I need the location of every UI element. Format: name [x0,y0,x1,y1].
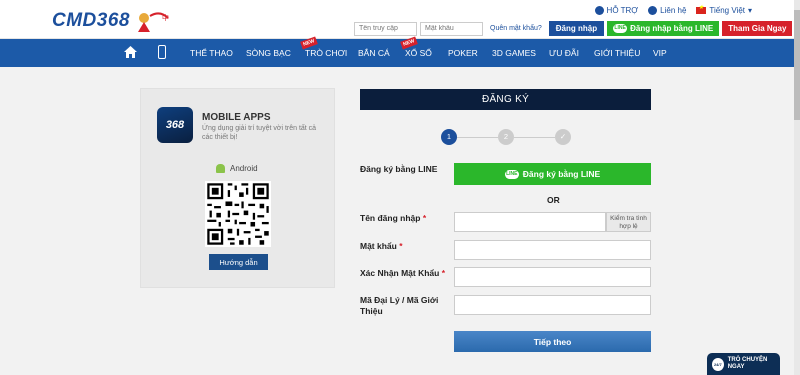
confirm-password-label: Xác Nhận Mật Khẩu * [360,268,445,278]
required-mark: * [441,268,446,278]
contact-link[interactable]: Liên hệ [648,6,686,15]
vietnam-flag-icon [696,4,707,14]
line-logo-icon: LINE [613,24,628,33]
qr-code [205,181,271,247]
top-links: HỖ TRỢ Liên hệ Tiếng Việt ▾ [594,4,752,15]
chat-bubble-icon [594,6,604,15]
confirm-password-input[interactable] [454,267,651,287]
nav-item-about[interactable]: Giới thiệu [594,48,640,58]
main-nav: Thể thao Sòng bạc NEW Trò chơi Bắn cá NE… [0,36,800,67]
login-form: Quên mật khẩu? Đăng nhập LINE Đăng nhập … [354,21,793,36]
mobile-icon[interactable] [158,45,166,59]
step-connector [457,137,498,138]
nav-item-games[interactable]: NEW Trò chơi [300,36,348,58]
support-label: HỖ TRỢ [606,6,639,15]
nav-item-sports[interactable]: Thể thao [190,48,233,58]
logo[interactable]: CMD368 中 [52,8,178,34]
agent-code-input[interactable] [454,295,651,315]
or-divider: OR [547,195,560,205]
nav-item-lottery-label: Xổ số [405,48,432,58]
mobile-apps-card: 368 MOBILE APPS Ứng dụng giải trí tuyệt … [140,88,335,288]
nav-item-poker[interactable]: Poker [448,48,478,58]
phone-icon [648,6,658,15]
step-3-checkmark-icon: ✓ [555,129,571,145]
mascot-icon: 中 [137,12,169,32]
home-icon[interactable] [124,46,137,58]
line-logo-icon: LINE [504,169,519,179]
line-register-label: Đăng ký bằng LINE [360,164,438,174]
android-label: Android [230,164,258,173]
line-login-button[interactable]: LINE Đăng nhập bằng LINE [607,21,720,36]
apps-title: MOBILE APPS [202,112,271,123]
password-input[interactable] [420,21,483,36]
language-label: Tiếng Việt [709,6,745,15]
contact-label: Liên hệ [660,6,687,15]
nav-item-3d-games[interactable]: 3D Games [492,48,536,58]
confirm-password-label-text: Xác Nhận Mật Khẩu [360,268,440,278]
password-label-text: Mật khẩu [360,241,397,251]
language-selector[interactable]: Tiếng Việt ▾ [696,4,752,15]
login-button[interactable]: Đăng nhập [548,21,605,36]
live-chat-label: TRÒ CHUYỆN NGAY [727,357,768,370]
line-register-button[interactable]: LINE Đăng ký bằng LINE [454,163,651,185]
next-button[interactable]: Tiếp theo [454,331,651,352]
username-label: Tên đăng nhập * [360,213,426,223]
support-24-7-icon: 24/7 [712,357,724,371]
line-login-label: Đăng nhập bằng LINE [630,24,714,33]
app-icon: 368 [157,107,193,143]
register-username-input[interactable] [454,212,606,232]
nav-item-casino[interactable]: Sòng bạc [246,48,291,58]
support-link[interactable]: HỖ TRỢ [594,6,639,15]
register-password-input[interactable] [454,240,651,260]
header: CMD368 中 HỖ TRỢ Liên hệ Tiếng Việt ▾ Quê… [0,0,800,39]
forgot-password-link[interactable]: Quên mật khẩu? [490,25,542,32]
line-register-button-label: Đăng ký bằng LINE [522,169,601,179]
scrollbar-thumb[interactable] [794,10,800,120]
apps-description: Ứng dụng giải trí tuyệt vời trên tất cả … [202,125,317,141]
step-2-indicator: 2 [498,129,514,145]
step-1-indicator: 1 [441,129,457,145]
scrollbar[interactable] [794,0,800,375]
nav-item-fishing[interactable]: Bắn cá [358,48,390,58]
required-mark: * [422,213,427,223]
agent-code-label: Mã Đại Lý / Mã Giới Thiệu [360,295,439,316]
nav-item-vip[interactable]: VIP [653,48,667,58]
username-input[interactable] [354,21,417,36]
android-icon [216,164,225,173]
guide-button[interactable]: Hướng dẫn [209,254,268,270]
nav-item-promotions[interactable]: Ưu đãi [549,48,579,58]
chevron-down-icon: ▾ [747,6,752,15]
join-button[interactable]: Tham Gia Ngay [722,21,793,36]
register-title: ĐĂNG KÝ [360,89,651,110]
required-mark: * [399,241,403,251]
nav-item-games-label: Trò chơi [305,48,348,58]
password-label: Mật khẩu * [360,241,403,251]
live-chat-widget[interactable]: 24/7 TRÒ CHUYỆN NGAY [707,353,780,375]
svg-text:中: 中 [162,13,169,22]
username-label-text: Tên đăng nhập [360,213,421,223]
logo-text: CMD368 [52,10,130,31]
nav-item-lottery[interactable]: NEW Xổ số [400,36,432,58]
check-availability-button[interactable]: Kiểm tra tình hợp lệ [606,212,651,232]
step-connector [514,137,555,138]
